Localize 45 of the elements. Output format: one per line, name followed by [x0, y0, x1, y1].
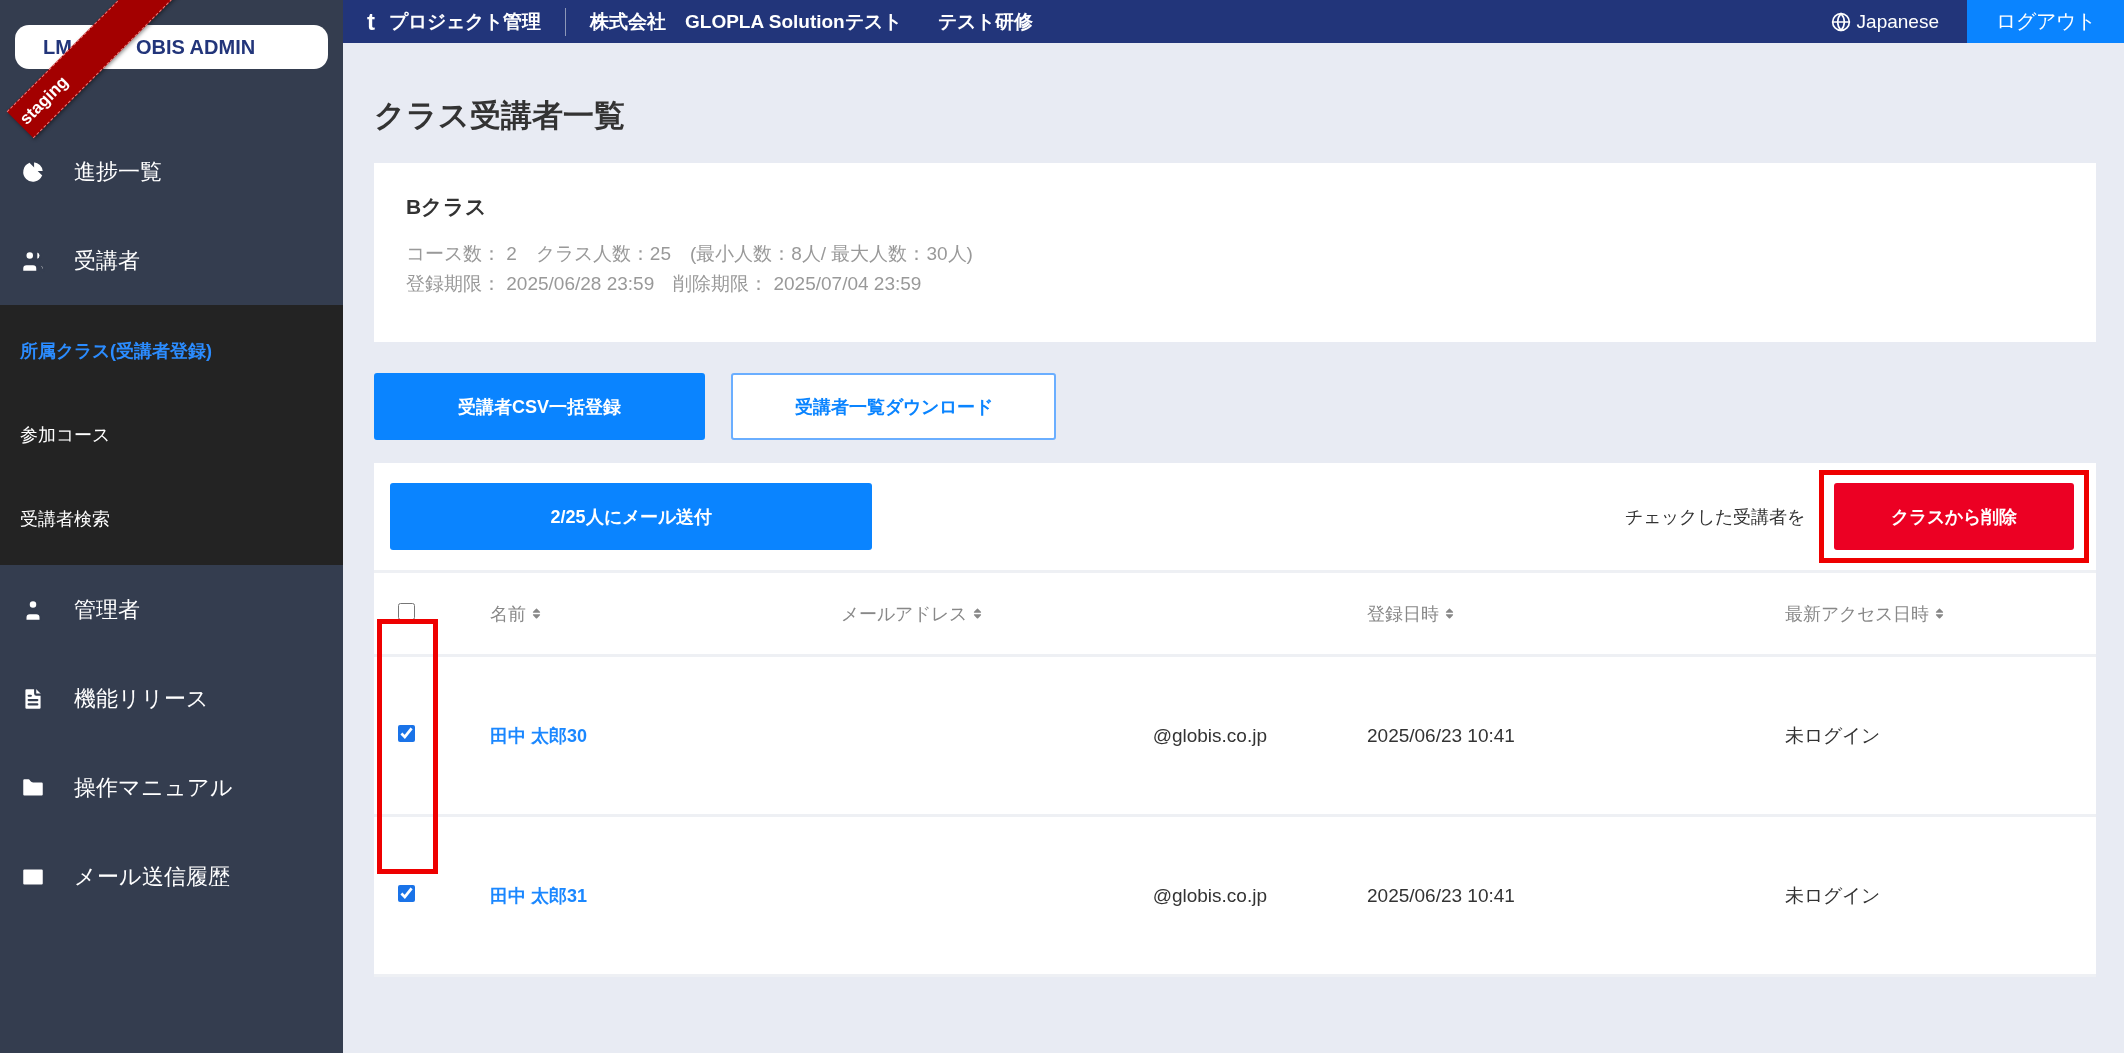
sidebar-item[interactable]: 管理者	[0, 577, 343, 642]
download-button[interactable]: 受講者一覧ダウンロード	[731, 373, 1056, 440]
access-cell-text: 未ログイン	[1785, 883, 1881, 908]
send-mail-button[interactable]: 2/25人にメール送付	[390, 483, 872, 550]
company-name: 株式会社 GLOPLA Solutionテスト	[590, 9, 902, 34]
sidebar-item[interactable]: 操作マニュアル	[0, 755, 343, 820]
date-cell-text: 2025/06/23 10:41	[1367, 724, 1516, 747]
globe-icon	[1830, 11, 1851, 32]
column-header[interactable]: メールアドレス	[841, 601, 1367, 626]
logout-button[interactable]: ログアウト	[1967, 0, 2124, 43]
column-header[interactable]: 最新アクセス日時	[1785, 601, 2096, 626]
logo-text: OBIS ADMIN	[135, 35, 256, 59]
sidebar-item[interactable]: メール送信履歴	[0, 844, 343, 909]
column-header[interactable]: 名前	[490, 601, 841, 626]
submenu-item[interactable]: 参加コース	[0, 393, 343, 477]
column-header[interactable]: 登録日時	[1367, 601, 1785, 626]
sort-icon	[1443, 607, 1456, 620]
sidebar-item[interactable]: 機能リリース	[0, 666, 343, 731]
class-details: コース数： 2 クラス人数：25 (最小人数：8人/ 最大人数：30人)	[406, 242, 974, 266]
email-cell-text: @globis.co.jp	[1151, 884, 1268, 907]
row-checkbox[interactable]	[398, 885, 415, 902]
access-cell-text: 未ログイン	[1785, 723, 1881, 748]
brand-mark: t	[367, 7, 375, 36]
class-name: Bクラス	[406, 194, 489, 220]
sort-icon	[530, 607, 543, 620]
delete-button[interactable]: クラスから削除	[1834, 483, 2074, 550]
sort-icon	[971, 607, 984, 620]
language-selector[interactable]: Japanese	[1830, 10, 1939, 33]
sidebar-item[interactable]: 進捗一覧	[0, 139, 343, 204]
class-deadlines: 登録期限： 2025/06/28 23:59 削除期限： 2025/07/04 23:59	[406, 272, 923, 296]
submenu-item[interactable]: 所属クラス(受講者登録)	[0, 309, 343, 393]
checked-hint: チェックした受講者を	[1625, 505, 1805, 529]
page-title: クラス受講者一覧	[374, 97, 626, 135]
student-name-link[interactable]: 田中 太郎31	[490, 885, 588, 906]
project-link[interactable]: プロジェクト管理	[389, 8, 541, 35]
date-cell-text: 2025/06/23 10:41	[1367, 884, 1516, 907]
sort-icon	[1933, 607, 1946, 620]
sidebar-item[interactable]: 受講者	[0, 228, 343, 293]
email-cell-text: @globis.co.jp	[1151, 724, 1268, 747]
row-checkbox[interactable]	[398, 725, 415, 742]
submenu-item[interactable]: 受講者検索	[0, 477, 343, 561]
student-name-link[interactable]: 田中 太郎30	[490, 725, 588, 746]
training-name: テスト研修	[937, 9, 1033, 34]
csv-upload-button[interactable]: 受講者CSV一括登録	[374, 373, 705, 440]
select-all-checkbox[interactable]	[398, 603, 415, 620]
